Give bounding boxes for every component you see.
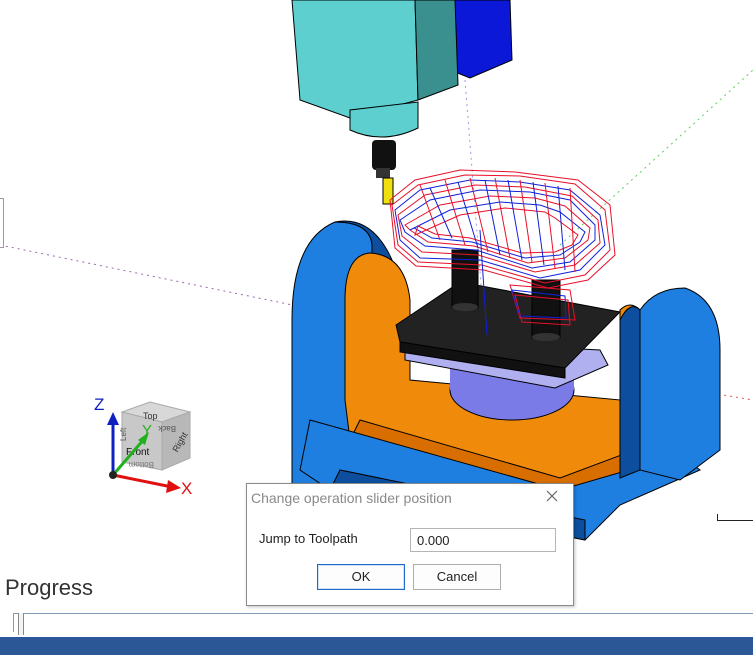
status-bar xyxy=(0,637,753,655)
spindle-head-side xyxy=(414,0,459,101)
cancel-button[interactable]: Cancel xyxy=(413,564,501,590)
x-axis-label: X xyxy=(181,479,192,498)
spindle-carriage xyxy=(449,0,513,79)
change-slider-position-dialog: Change operation slider position Jump to… xyxy=(246,483,574,606)
z-axis-label: Z xyxy=(94,395,104,414)
dialog-title: Change operation slider position xyxy=(251,490,452,506)
tool-holder xyxy=(372,140,396,170)
operation-slider-track[interactable] xyxy=(13,613,753,632)
progress-title: Progress xyxy=(5,575,94,600)
triad-origin xyxy=(109,471,117,479)
jump-to-toolpath-input[interactable] xyxy=(410,528,556,552)
scale-indicator xyxy=(717,520,753,521)
simulation-viewport[interactable]: Top Back Left Front Right Bottom Z X Y xyxy=(0,0,753,560)
z-axis-arrow xyxy=(107,412,119,425)
x-axis-arrow xyxy=(166,480,181,493)
view-cube-top-label: Top xyxy=(143,411,158,421)
operation-slider-thumb[interactable] xyxy=(18,613,24,635)
jump-to-toolpath-label: Jump to Toolpath xyxy=(259,531,358,546)
side-panel-tab[interactable] xyxy=(0,198,4,248)
view-cube-left-label: Left xyxy=(119,427,128,441)
fixture-post-base xyxy=(452,303,478,311)
tool-collet xyxy=(376,168,390,178)
cutting-tool xyxy=(382,177,394,205)
y-axis-label: Y xyxy=(142,422,152,439)
ok-button[interactable]: OK xyxy=(317,564,405,590)
view-cube[interactable]: Top Back Left Front Right Bottom xyxy=(119,401,192,471)
trunnion-right-edge xyxy=(619,306,641,479)
close-icon[interactable] xyxy=(543,487,561,505)
fixture-post-base xyxy=(532,333,560,341)
view-cube-bottom-label: Bottom xyxy=(128,460,154,469)
spindle-head xyxy=(291,0,419,119)
scale-indicator-tick xyxy=(717,514,718,521)
view-cube-back-label: Back xyxy=(157,424,176,433)
x-axis-line xyxy=(112,473,173,489)
trunnion-right xyxy=(639,287,721,481)
machine-scene: Top Back Left Front Right Bottom Z X Y xyxy=(0,0,753,541)
